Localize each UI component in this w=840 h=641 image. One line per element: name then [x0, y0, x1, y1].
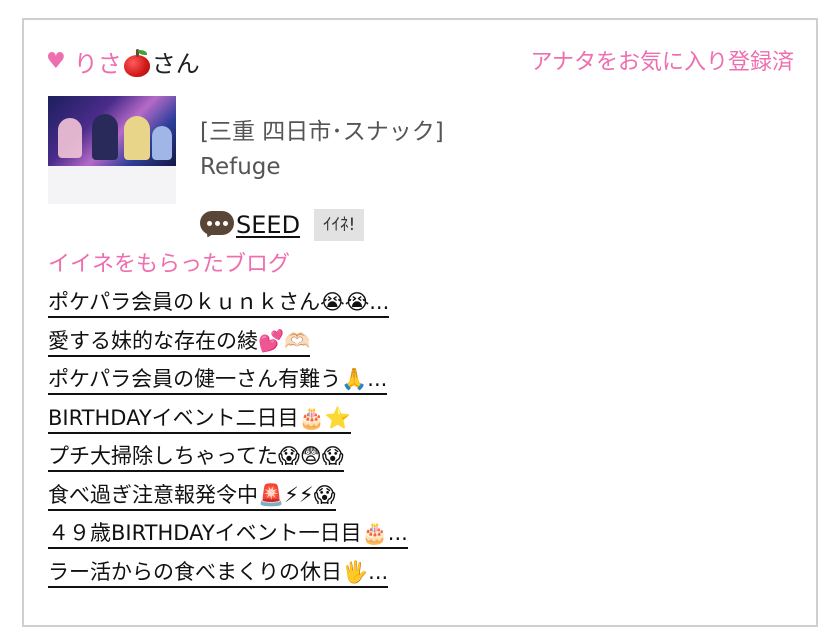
shop-thumbnail[interactable] [48, 96, 176, 204]
favorite-user-card: ♥ りさ さん アナタをお気に入り登録済 [三重 四日市･スナック] Refug… [22, 18, 818, 627]
user-name[interactable]: ♥ りさ さん [46, 44, 200, 79]
blog-link[interactable]: ポケパラ会員のｋｕｎｋさん😭😭... [48, 288, 390, 318]
card-header: ♥ りさ さん アナタをお気に入り登録済 [46, 40, 794, 80]
list-item: ラー活からの食べまくりの休日🖐... [48, 558, 788, 597]
blog-link[interactable]: ４９歳BIRTHDAYイベント一日目🎂... [48, 519, 408, 549]
speech-bubble-icon [200, 211, 234, 240]
shop-name[interactable]: Refuge [200, 154, 281, 180]
list-item: ４９歳BIRTHDAYイベント一日目🎂... [48, 519, 788, 558]
list-item: プチ大掃除しちゃってた😱😨😱 [48, 442, 788, 481]
blog-link[interactable]: プチ大掃除しちゃってた😱😨😱 [48, 442, 344, 472]
list-item: 愛する妹的な存在の綾💕🫶🏻 [48, 327, 788, 366]
blog-link[interactable]: BIRTHDAYイベント二日目🎂⭐ [48, 404, 351, 434]
apple-icon [123, 48, 150, 77]
user-name-text: りさ [73, 50, 122, 78]
thumbnail-image [48, 96, 176, 166]
comment-link[interactable]: SEED [236, 211, 300, 239]
list-item: ポケパラ会員のｋｕｎｋさん😭😭... [48, 288, 788, 327]
blog-link[interactable]: 食べ過ぎ注意報発令中🚨⚡⚡😱 [48, 481, 336, 511]
like-button[interactable]: ｲｲﾈ! [314, 209, 365, 241]
blog-link[interactable]: ラー活からの食べまくりの休日🖐... [48, 558, 389, 588]
user-name-suffix: さん [151, 50, 200, 78]
blog-link[interactable]: ポケパラ会員の健一さん有難う🙏... [48, 365, 388, 395]
heart-icon: ♥ [46, 49, 66, 74]
comment-row: SEED ｲｲﾈ! [200, 206, 365, 244]
list-item: BIRTHDAYイベント二日目🎂⭐ [48, 404, 788, 443]
liked-blog-list: ポケパラ会員のｋｕｎｋさん😭😭... 愛する妹的な存在の綾💕🫶🏻 ポケパラ会員の… [48, 288, 788, 596]
shop-area: [三重 四日市･スナック] [200, 119, 444, 145]
favorite-status: アナタをお気に入り登録済 [530, 50, 794, 75]
liked-blogs-title: イイネをもらったブログ [48, 252, 291, 277]
list-item: ポケパラ会員の健一さん有難う🙏... [48, 365, 788, 404]
blog-link[interactable]: 愛する妹的な存在の綾💕🫶🏻 [48, 327, 311, 357]
list-item: 食べ過ぎ注意報発令中🚨⚡⚡😱 [48, 481, 788, 520]
